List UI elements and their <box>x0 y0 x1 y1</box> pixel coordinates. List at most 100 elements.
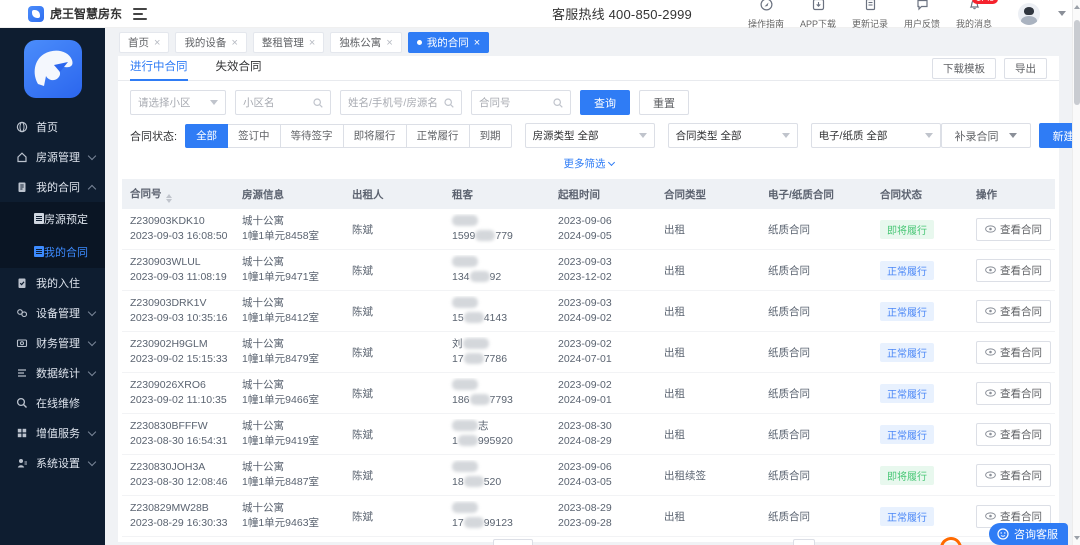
view-contract-button[interactable]: 查看合同 <box>976 299 1051 323</box>
status-cell: 正常履行 <box>872 342 968 362</box>
supplement-contract-button[interactable]: 补录合同 <box>940 123 1031 148</box>
sidebar-subitem[interactable]: 房源预定 <box>0 202 105 235</box>
sidebar-item-contract[interactable]: 我的合同 <box>0 172 105 202</box>
sidebar-item-home[interactable]: 首页 <box>0 112 105 142</box>
sidebar-item-label: 在线维修 <box>36 398 80 410</box>
redacted-blur <box>469 271 490 282</box>
action-cell: 查看合同 <box>968 299 1055 323</box>
customer-service-button[interactable]: 咨询客服 <box>989 523 1068 545</box>
avatar[interactable] <box>1018 2 1040 25</box>
top-action-guide[interactable]: 操作指南 <box>740 0 792 30</box>
tenant-cell: 134 92 <box>444 255 550 285</box>
nav-chip-item[interactable]: 独栋公寓 × <box>330 32 402 53</box>
sidebar-item-label: 增值服务 <box>36 428 80 440</box>
pagination-stub[interactable] <box>493 539 533 545</box>
keyword-input[interactable]: 姓名/手机号/房源名 <box>340 90 462 115</box>
top-action-bell[interactable]: 我的消息 1743 <box>948 0 1000 30</box>
tab-expired-contracts[interactable]: 失效合同 <box>216 56 262 81</box>
view-contract-button[interactable]: 查看合同 <box>976 258 1051 282</box>
view-contract-button[interactable]: 查看合同 <box>976 217 1051 241</box>
sidebar-subitem-active[interactable]: 我的合同 <box>0 235 105 268</box>
column-label: 出租人 <box>352 188 384 201</box>
dropdown-value: 电子/纸质 全部 <box>818 130 888 142</box>
eye-icon <box>985 430 996 438</box>
status-option-item[interactable]: 正常履行 <box>406 123 470 148</box>
filter-dropdown[interactable]: 合同类型 全部 <box>667 123 798 148</box>
top-action-feedback[interactable]: 用户反馈 <box>896 0 948 30</box>
tab-active-contracts[interactable]: 进行中合同 <box>130 56 188 81</box>
filter-dropdown[interactable]: 电子/纸质 全部 <box>810 123 941 148</box>
nav-chip-item[interactable]: 整租管理 × <box>252 32 325 53</box>
nav-chip-active[interactable]: 我的合同 × <box>407 32 490 53</box>
community-select[interactable]: 请选择小区 <box>130 90 226 115</box>
status-segment-group: 全部 签订中 等待签字 即将履行 正常履行 到期 <box>185 123 512 148</box>
search-button[interactable]: 查询 <box>580 90 630 115</box>
redacted-blur <box>469 394 490 405</box>
nav-chip-label: 整租管理 <box>261 37 304 49</box>
more-filters-link[interactable]: 更多筛选 <box>118 148 1059 173</box>
pagination-stub[interactable] <box>793 539 815 545</box>
contract-id-cell: Z230903WLUL 2023-09-03 11:08:19 <box>130 256 227 283</box>
eye-icon <box>985 512 996 520</box>
scroll-down-icon[interactable] <box>1074 536 1080 540</box>
sidebar-item-label: 财务管理 <box>36 338 80 350</box>
sidebar-item-services[interactable]: 增值服务 <box>0 418 105 448</box>
close-icon[interactable]: × <box>154 37 160 49</box>
active-dot-icon <box>416 40 422 45</box>
status-cell: 正常履行 <box>872 506 968 526</box>
sidebar-item-finance[interactable]: 财务管理 <box>0 328 105 358</box>
close-icon[interactable]: × <box>386 37 392 49</box>
profile-chevron-down-icon[interactable] <box>1058 11 1066 16</box>
view-contract-button[interactable]: 查看合同 <box>976 463 1051 487</box>
sidebar-item-settings[interactable]: 系统设置 <box>0 448 105 478</box>
contract-id-cell: Z230830BFFFW 2023-08-30 16:54:31 <box>130 420 228 447</box>
new-e-contract-button[interactable]: 新建电子合同 <box>1038 123 1072 148</box>
view-contract-button[interactable]: 查看合同 <box>976 340 1051 364</box>
community-name-input[interactable]: 小区名 <box>235 90 331 115</box>
status-option-item[interactable]: 签订中 <box>228 123 281 148</box>
scrollbar-thumb[interactable] <box>1074 20 1080 105</box>
status-option-item[interactable]: 等待签字 <box>280 123 344 148</box>
finance-icon <box>16 337 28 349</box>
sidebar-item-device[interactable]: 设备管理 <box>0 298 105 328</box>
sidebar-item-house[interactable]: 房源管理 <box>0 142 105 172</box>
status-option-active[interactable]: 全部 <box>185 123 229 148</box>
chevron-down-icon <box>87 307 97 317</box>
column-header: 电子/纸质合同 <box>760 187 872 202</box>
nav-chip-item[interactable]: 首页 × <box>119 32 170 53</box>
column-header: 房源信息 <box>234 187 344 202</box>
top-action-app-download[interactable]: APP下载 <box>792 0 844 30</box>
reset-button[interactable]: 重置 <box>639 90 689 115</box>
export-button[interactable]: 导出 <box>1004 57 1047 79</box>
nav-chip-item[interactable]: 我的设备 × <box>175 32 247 53</box>
contract-type-cell: 出租 <box>664 510 685 523</box>
sidebar-item-repair[interactable]: 在线维修 <box>0 388 105 418</box>
tenant-cell: 186 7793 <box>444 378 550 408</box>
filter-dropdown[interactable]: 房源类型 全部 <box>524 123 655 148</box>
contract-type-cell: 出租续签 <box>664 469 706 482</box>
view-contract-button[interactable]: 查看合同 <box>976 381 1051 405</box>
status-option-item[interactable]: 即将履行 <box>343 123 407 148</box>
top-action-changelog[interactable]: 更新记录 <box>844 0 896 30</box>
status-option-item[interactable]: 到期 <box>469 123 512 148</box>
sidebar-item-label: 设备管理 <box>36 308 80 320</box>
column-label: 操作 <box>976 188 997 201</box>
close-icon[interactable]: × <box>231 37 237 49</box>
view-contract-button[interactable]: 查看合同 <box>976 422 1051 446</box>
chevron-up-icon <box>87 184 97 193</box>
contract-type-cell: 出租 <box>664 387 685 400</box>
contract-number-input[interactable]: 合同号 <box>471 90 571 115</box>
close-icon[interactable]: × <box>474 37 480 49</box>
status-cell: 正常履行 <box>872 260 968 280</box>
download-template-button[interactable]: 下载模板 <box>932 57 996 79</box>
sort-icon[interactable] <box>165 193 172 203</box>
page-scrollbar[interactable] <box>1072 0 1080 545</box>
sidebar-item-checkin[interactable]: 我的入住 <box>0 268 105 298</box>
sidebar-item-stats[interactable]: 数据统计 <box>0 358 105 388</box>
menu-fold-icon[interactable] <box>133 7 147 20</box>
column-header[interactable]: 合同号 <box>122 186 234 203</box>
close-icon[interactable]: × <box>309 37 315 49</box>
lease-dates-cell: 2023-08-29 2023-09-28 <box>558 502 612 529</box>
house-icon <box>16 151 28 163</box>
scroll-up-icon[interactable] <box>1074 5 1080 9</box>
